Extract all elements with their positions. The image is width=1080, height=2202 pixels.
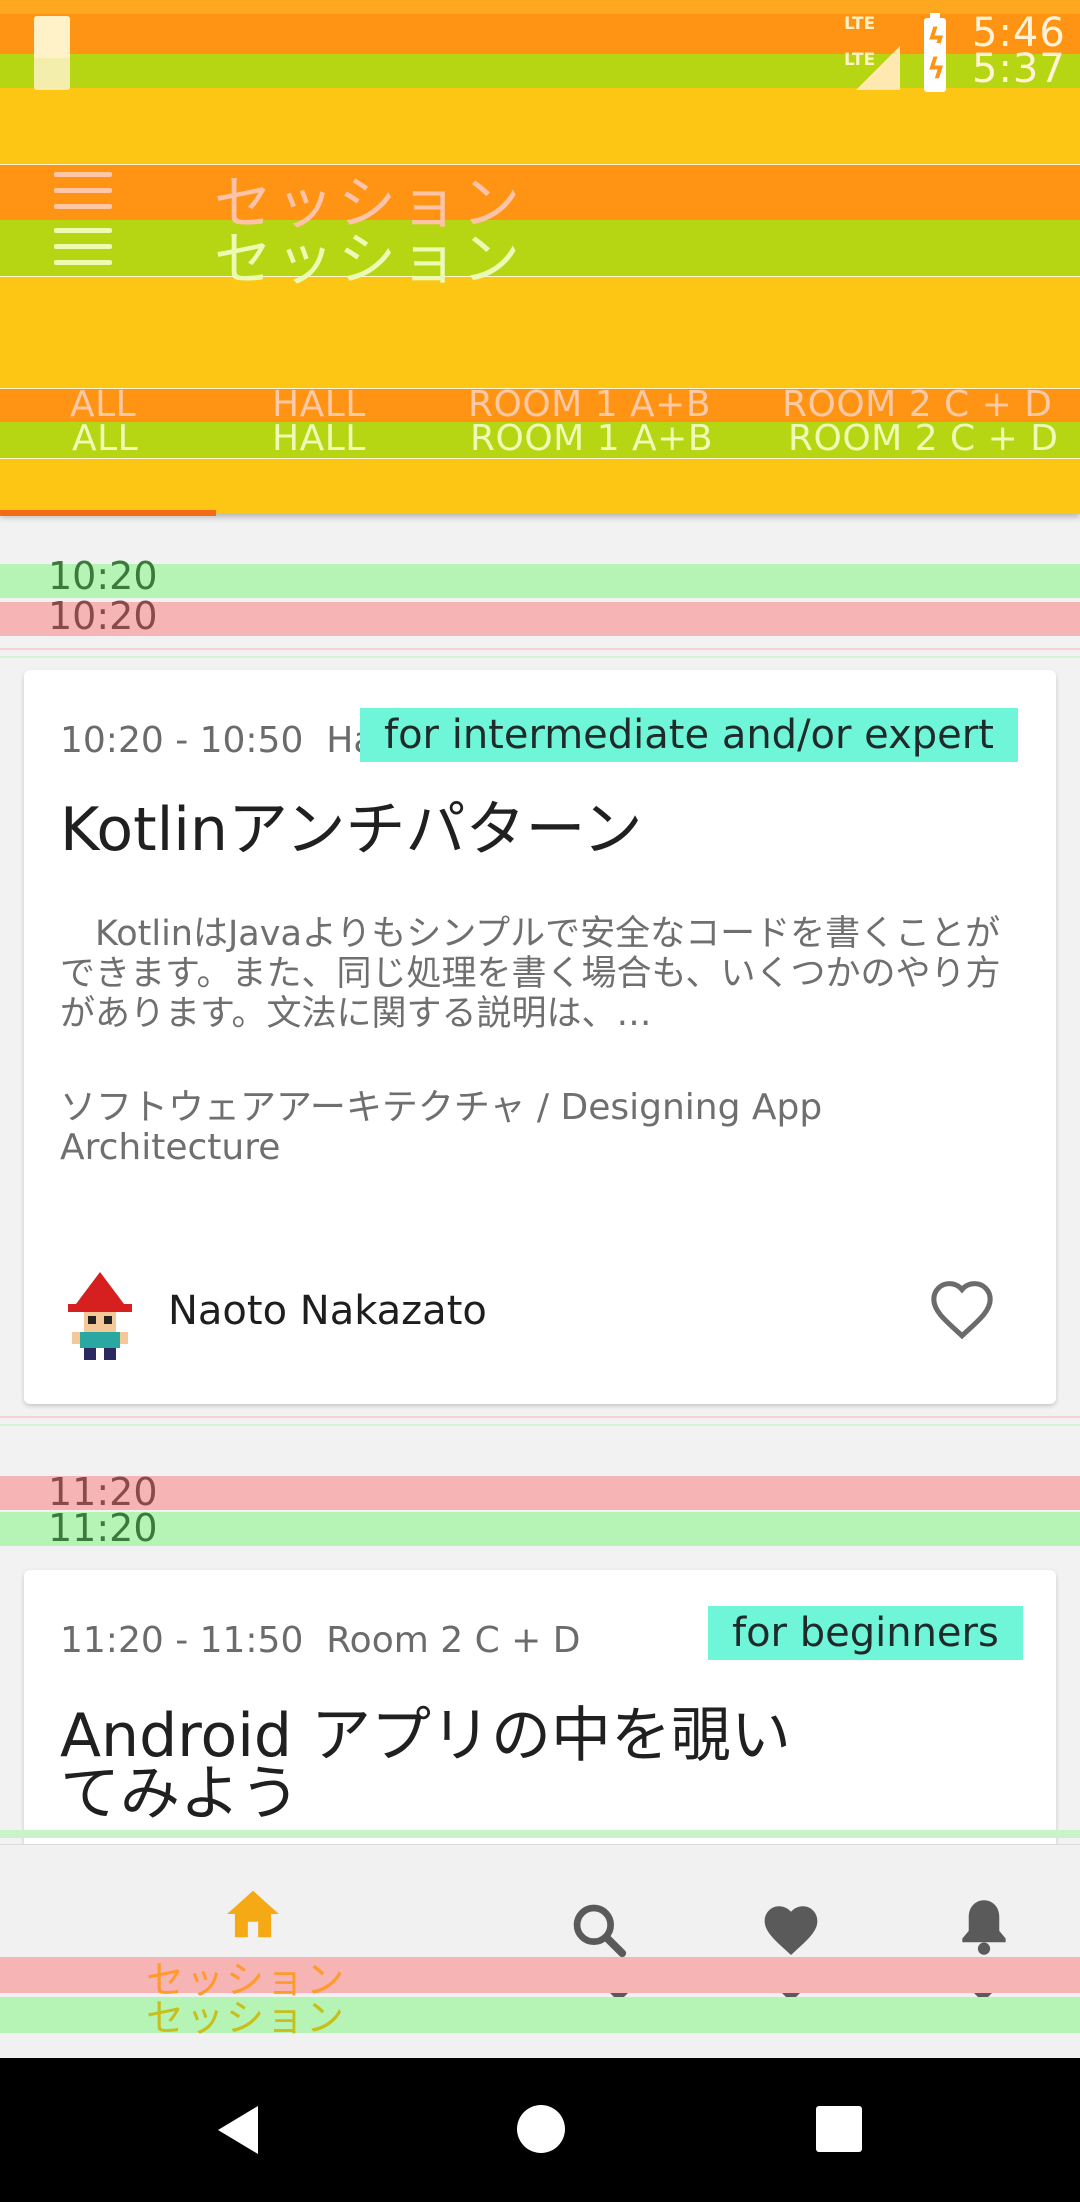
nav-home-label: セッション <box>146 1996 347 2040</box>
divider <box>0 1416 1080 1418</box>
status-band-orange <box>0 14 1080 54</box>
level-badge: for intermediate and/or expert <box>360 708 1018 762</box>
session-room: Room 2 C + D <box>326 1620 581 1661</box>
menu-icon[interactable] <box>54 228 112 266</box>
tab-hall[interactable]: HALL <box>272 418 366 459</box>
divider <box>0 1424 1080 1426</box>
session-time: 10:20 - 10:50 <box>60 720 304 761</box>
time-header-band <box>0 1512 1080 1546</box>
system-navigation-bar <box>0 2058 1080 2202</box>
session-title: Kotlinアンチパターン <box>60 795 643 865</box>
heart-icon <box>764 1906 818 1956</box>
toolbar-band-line <box>0 164 1080 165</box>
status-band-green <box>0 54 1080 88</box>
favorite-heart-icon[interactable] <box>928 1278 996 1340</box>
menu-icon[interactable] <box>54 172 112 210</box>
speaker-name: Naoto Nakazato <box>168 1288 487 1334</box>
time-header-band <box>0 1476 1080 1510</box>
time-header-band <box>0 564 1080 598</box>
page-title: セッション <box>214 225 525 293</box>
nav-favorites[interactable] <box>758 1901 824 1959</box>
home-icon <box>227 1890 279 1938</box>
tab-room-2[interactable]: ROOM 2 C + D <box>788 418 1058 459</box>
time-header: 10:20 <box>48 594 158 638</box>
session-title: てみよう <box>60 1759 300 1829</box>
divider <box>0 1830 1080 1838</box>
session-time-range: 11:20 - 11:50 Room 2 C + D <box>60 1620 580 1661</box>
session-topic: ソフトウェアアーキテクチャ / Designing App Architectu… <box>60 1087 823 1168</box>
network-type-label: LTE <box>844 14 876 34</box>
nav-home[interactable] <box>222 1885 284 1943</box>
recent-apps-icon[interactable] <box>816 2106 862 2152</box>
session-card[interactable]: 11:20 - 11:50 Room 2 C + D for beginners… <box>24 1570 1056 1860</box>
speaker-avatar <box>68 1272 132 1360</box>
session-time-range: 10:20 - 10:50 Ha <box>60 720 375 761</box>
battery-icon: ϟ <box>924 43 946 92</box>
toolbar-band-orange <box>0 164 1080 220</box>
toolbar-band-line <box>0 276 1080 277</box>
time-header: 11:20 <box>48 1506 158 1550</box>
back-icon[interactable] <box>214 2104 262 2156</box>
signal-icon <box>856 46 900 90</box>
tab-indicator <box>0 510 216 516</box>
tab-room-1[interactable]: ROOM 1 A+B <box>470 418 713 459</box>
divider <box>0 656 1080 658</box>
bottom-navigation: セッション セッション <box>0 1844 1080 2058</box>
nav-search[interactable] <box>568 1899 630 1961</box>
time-header-band <box>0 602 1080 636</box>
session-card[interactable]: 10:20 - 10:50 Ha for intermediate and/or… <box>24 670 1056 1404</box>
bell-icon <box>962 1900 1006 1955</box>
divider <box>0 648 1080 650</box>
session-description: KotlinはJavaよりもシンプルで安全なコードを書くことができます。また、同… <box>60 914 1001 1034</box>
home-circle-icon[interactable] <box>516 2104 566 2154</box>
session-time: 11:20 - 11:50 <box>60 1620 304 1661</box>
sd-card-icon <box>34 48 70 90</box>
time-header: 10:20 <box>48 554 158 598</box>
search-icon <box>573 1904 627 1958</box>
level-badge: for beginners <box>708 1606 1023 1660</box>
status-clock: 5:37 <box>972 46 1066 92</box>
tab-all[interactable]: ALL <box>72 418 138 459</box>
toolbar-band-green <box>0 220 1080 276</box>
nav-notifications[interactable] <box>956 1895 1012 1959</box>
status-band-top <box>0 0 1080 14</box>
